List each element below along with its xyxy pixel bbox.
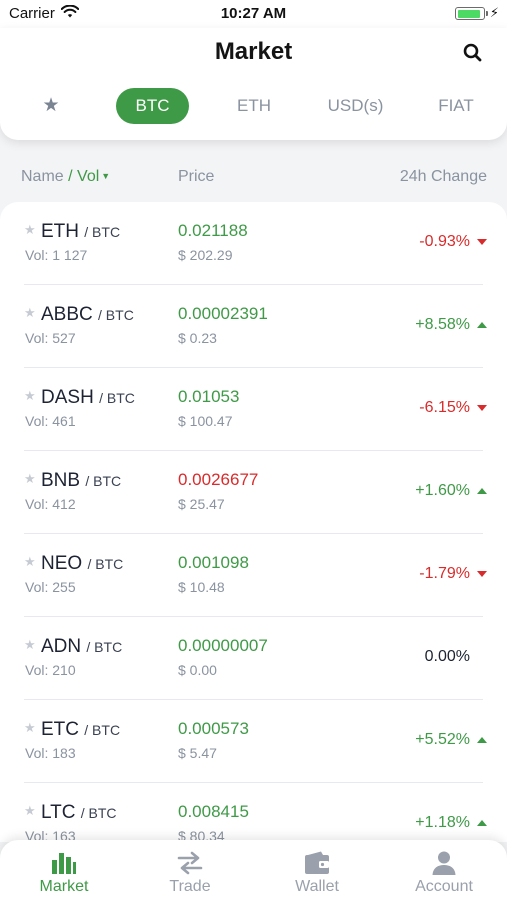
- status-bar: Carrier 10:27 AM ⚡: [0, 0, 507, 28]
- pair-name: ADN / BTC: [41, 636, 123, 657]
- favorite-star-icon[interactable]: ★: [24, 720, 36, 736]
- column-headers: Name / Vol ▼ Price 24h Change: [0, 140, 507, 202]
- pair-name: DASH / BTC: [41, 387, 135, 408]
- tab-usds[interactable]: USD(s): [318, 88, 393, 124]
- fiat-price: $ 0.00: [178, 662, 217, 678]
- favorite-star-icon[interactable]: ★: [24, 222, 36, 238]
- tabbar-account-label: Account: [415, 878, 473, 895]
- tab-favorites[interactable]: ★: [22, 88, 80, 124]
- fiat-price: $ 202.29: [178, 247, 233, 263]
- volume: Vol: 1 127: [25, 247, 88, 263]
- volume: Vol: 183: [25, 745, 76, 761]
- tabbar-wallet-label: Wallet: [295, 878, 339, 895]
- volume: Vol: 527: [25, 330, 76, 346]
- arrow-down-icon: [477, 239, 487, 245]
- table-row[interactable]: ★ BNB / BTC Vol: 412 0.0026677 $ 25.47 +…: [0, 451, 507, 534]
- fiat-price: $ 100.47: [178, 413, 233, 429]
- price: 0.0026677: [178, 470, 259, 489]
- battery-icon: [455, 7, 485, 20]
- sort-name-vol[interactable]: Name / Vol ▼: [21, 168, 110, 186]
- change-24h: +1.18%: [415, 814, 487, 832]
- swap-arrows-icon: [177, 850, 203, 876]
- arrow-up-icon: [477, 820, 487, 826]
- arrow-up-icon: [477, 488, 487, 494]
- favorite-star-icon[interactable]: ★: [24, 305, 36, 321]
- search-icon[interactable]: [461, 41, 485, 65]
- tabbar-market[interactable]: Market: [1, 840, 127, 900]
- pair-name: ABBC / BTC: [41, 304, 134, 325]
- arrow-up-icon: [477, 322, 487, 328]
- tabbar-trade[interactable]: Trade: [127, 840, 253, 900]
- table-row[interactable]: ★ ADN / BTC Vol: 210 0.00000007 $ 0.00 0…: [0, 617, 507, 700]
- price: 0.00002391: [178, 304, 268, 323]
- page-title: Market: [214, 38, 293, 65]
- table-row[interactable]: ★ NEO / BTC Vol: 255 0.001098 $ 10.48 -1…: [0, 534, 507, 617]
- change-24h: +1.60%: [415, 482, 487, 500]
- price: 0.008415: [178, 802, 249, 821]
- fiat-price: $ 10.48: [178, 579, 225, 595]
- favorite-star-icon[interactable]: ★: [24, 388, 36, 404]
- column-name-label: Name: [21, 168, 64, 185]
- sort-caret-icon: ▼: [101, 171, 111, 181]
- bar-chart-icon: [51, 850, 77, 876]
- change-24h: +5.52%: [415, 731, 487, 749]
- tabbar-wallet[interactable]: Wallet: [254, 840, 380, 900]
- tabbar-trade-label: Trade: [169, 878, 211, 895]
- arrow-up-icon: [477, 737, 487, 743]
- change-24h: -6.15%: [419, 399, 487, 417]
- pair-name: LTC / BTC: [41, 802, 117, 823]
- table-row[interactable]: ★ LTC / BTC Vol: 163 0.008415 $ 80.34 +1…: [0, 783, 507, 842]
- favorite-star-icon[interactable]: ★: [24, 471, 36, 487]
- tabbar-account[interactable]: Account: [381, 840, 507, 900]
- change-24h: -0.93%: [419, 233, 487, 251]
- favorite-star-icon[interactable]: ★: [24, 554, 36, 570]
- table-row[interactable]: ★ ETH / BTC Vol: 1 127 0.021188 $ 202.29…: [0, 202, 507, 285]
- pair-name: BNB / BTC: [41, 470, 122, 491]
- price: 0.021188: [178, 221, 248, 240]
- tab-eth[interactable]: ETH: [222, 88, 286, 124]
- bottom-tab-bar: Market Trade Wallet Account: [0, 840, 507, 900]
- pair-name: ETH / BTC: [41, 221, 121, 242]
- market-header: Market ★ BTC ETH USD(s) FIAT: [0, 28, 507, 140]
- quote-currency-tabs: ★ BTC ETH USD(s) FIAT: [0, 88, 507, 124]
- pair-name: ETC / BTC: [41, 719, 121, 740]
- fiat-price: $ 25.47: [178, 496, 225, 512]
- column-price-label[interactable]: Price: [178, 168, 214, 186]
- price: 0.01053: [178, 387, 240, 406]
- wallet-icon: [304, 850, 330, 876]
- price: 0.001098: [178, 553, 249, 572]
- person-icon: [431, 850, 457, 876]
- change-24h: -1.79%: [419, 565, 487, 583]
- volume: Vol: 461: [25, 413, 76, 429]
- clock: 10:27 AM: [220, 5, 287, 22]
- price: 0.00000007: [178, 636, 268, 655]
- favorite-star-icon[interactable]: ★: [24, 803, 36, 819]
- volume: Vol: 210: [25, 662, 76, 678]
- table-row[interactable]: ★ DASH / BTC Vol: 461 0.01053 $ 100.47 -…: [0, 368, 507, 451]
- volume: Vol: 255: [25, 579, 76, 595]
- change-24h: +8.58%: [415, 316, 487, 334]
- volume: Vol: 412: [25, 496, 76, 512]
- market-list: ★ ETH / BTC Vol: 1 127 0.021188 $ 202.29…: [0, 202, 507, 842]
- tabbar-market-label: Market: [39, 878, 89, 895]
- fiat-price: $ 0.23: [178, 330, 217, 346]
- arrow-down-icon: [477, 405, 487, 411]
- table-row[interactable]: ★ ABBC / BTC Vol: 527 0.00002391 $ 0.23 …: [0, 285, 507, 368]
- pair-name: NEO / BTC: [41, 553, 124, 574]
- price: 0.000573: [178, 719, 249, 738]
- tab-fiat[interactable]: FIAT: [426, 88, 486, 124]
- charging-icon: ⚡: [489, 5, 499, 20]
- column-change-label[interactable]: 24h Change: [400, 168, 487, 186]
- tab-btc[interactable]: BTC: [116, 88, 189, 124]
- favorite-star-icon[interactable]: ★: [24, 637, 36, 653]
- column-vol-label: Vol: [77, 168, 100, 185]
- table-row[interactable]: ★ ETC / BTC Vol: 183 0.000573 $ 5.47 +5.…: [0, 700, 507, 783]
- fiat-price: $ 5.47: [178, 745, 217, 761]
- arrow-down-icon: [477, 571, 487, 577]
- change-24h: 0.00%: [424, 648, 470, 665]
